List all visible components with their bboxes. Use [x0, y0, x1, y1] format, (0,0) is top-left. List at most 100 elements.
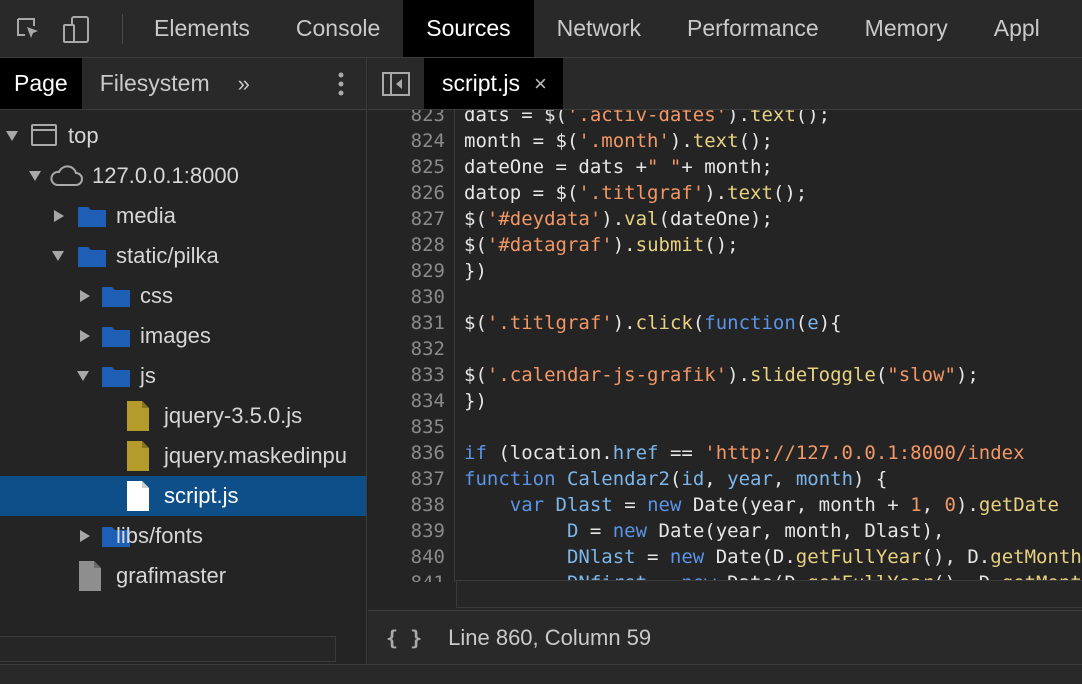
- line-number[interactable]: 823: [411, 110, 445, 126]
- code-line[interactable]: DNlast = new Date(D.getFullYear(), D.get…: [464, 546, 1082, 568]
- line-number[interactable]: 827: [411, 208, 445, 230]
- expanded-arrow-icon[interactable]: [29, 171, 41, 181]
- line-number[interactable]: 836: [411, 442, 445, 464]
- navigator-horizontal-scrollbar[interactable]: [0, 636, 336, 662]
- code-line[interactable]: $('.titlgraf').click(function(e){: [464, 312, 842, 334]
- devtools-toolbar: Elements Console Sources Network Perform…: [0, 0, 1082, 58]
- tree-item-label: css: [140, 283, 173, 308]
- cloud-icon: [48, 163, 84, 195]
- tree-item-label: grafimaster: [116, 563, 227, 588]
- tree-item-label: jquery.maskedinpu: [164, 443, 348, 468]
- collapsed-arrow-icon[interactable]: [80, 530, 90, 542]
- code-line[interactable]: month = $('.month').text();: [464, 130, 773, 152]
- code-line[interactable]: function Calendar2(id, year, month) {: [464, 468, 887, 490]
- line-number[interactable]: 832: [411, 338, 445, 360]
- line-number[interactable]: 829: [411, 260, 445, 282]
- editor-tab-label: script.js: [442, 70, 520, 96]
- code-lines[interactable]: dats = $('.activ-dates').text(); month = …: [464, 110, 1082, 582]
- line-number[interactable]: 841: [411, 572, 445, 582]
- collapsed-arrow-icon[interactable]: [80, 330, 90, 342]
- close-icon[interactable]: ×: [534, 71, 547, 97]
- tree-item-label: js: [140, 363, 156, 388]
- pretty-print-button[interactable]: { }: [386, 626, 422, 650]
- tree-item-grafimaster[interactable]: grafimaster: [0, 556, 366, 596]
- source-editor: script.js × 823 824 825 826 827 828 829 …: [368, 58, 1082, 664]
- code-line[interactable]: if (location.href == 'http://127.0.0.1:8…: [464, 442, 1025, 464]
- code-line[interactable]: }): [464, 260, 487, 282]
- line-number[interactable]: 840: [411, 546, 445, 568]
- tree-item-script-js[interactable]: script.js: [0, 476, 366, 516]
- tree-item-label: top: [68, 123, 99, 148]
- tab-network[interactable]: Network: [534, 0, 664, 57]
- navigator-tabs: Page Filesystem »: [0, 58, 366, 110]
- tab-application[interactable]: Appl: [971, 0, 1040, 57]
- folder-icon: [101, 324, 131, 354]
- code-line[interactable]: dats = $('.activ-dates').text();: [464, 110, 830, 126]
- folder-icon: [101, 284, 131, 314]
- tree-item-label: media: [116, 203, 176, 228]
- tab-memory[interactable]: Memory: [842, 0, 971, 57]
- line-number[interactable]: 837: [411, 468, 445, 490]
- code-line[interactable]: $('.calendar-js-grafik').slideToggle("sl…: [464, 364, 979, 386]
- inspect-icon[interactable]: [4, 0, 52, 58]
- line-number[interactable]: 835: [411, 416, 445, 438]
- line-number[interactable]: 824: [411, 130, 445, 152]
- code-area[interactable]: 823 824 825 826 827 828 829 830 831 832 …: [368, 110, 1082, 582]
- tree-item-host[interactable]: 127.0.0.1:8000: [0, 156, 366, 196]
- device-toggle-icon[interactable]: [52, 0, 100, 58]
- expanded-arrow-icon[interactable]: [6, 131, 18, 141]
- tree-item-css[interactable]: css: [0, 276, 366, 316]
- file-icon: [126, 480, 150, 516]
- line-number[interactable]: 826: [411, 182, 445, 204]
- expanded-arrow-icon[interactable]: [52, 251, 64, 261]
- code-line[interactable]: D = new Date(year, month, Dlast),: [464, 520, 945, 542]
- code-line[interactable]: dateOne = dats +" "+ month;: [464, 156, 773, 178]
- editor-status-bar: { } Line 860, Column 59: [368, 610, 1082, 664]
- file-js-icon: [126, 440, 150, 476]
- editor-tab-script-js[interactable]: script.js ×: [424, 58, 563, 109]
- tree-item-libs-fonts[interactable]: libs/fonts: [0, 516, 366, 556]
- kebab-menu-icon[interactable]: [316, 58, 366, 109]
- expanded-arrow-icon[interactable]: [77, 371, 89, 381]
- line-number[interactable]: 828: [411, 234, 445, 256]
- tab-sources[interactable]: Sources: [403, 0, 534, 57]
- code-line[interactable]: $('#datagraf').submit();: [464, 234, 739, 256]
- tab-performance[interactable]: Performance: [664, 0, 842, 57]
- code-line[interactable]: $('#deydata').val(dateOne);: [464, 208, 773, 230]
- editor-horizontal-scrollbar[interactable]: [456, 580, 1082, 608]
- collapsed-arrow-icon[interactable]: [80, 290, 90, 302]
- tab-filesystem[interactable]: Filesystem: [82, 58, 224, 109]
- tab-console[interactable]: Console: [273, 0, 403, 57]
- line-number[interactable]: 831: [411, 312, 445, 334]
- line-number[interactable]: 833: [411, 364, 445, 386]
- tree-item-media[interactable]: media: [0, 196, 366, 236]
- tree-item-jquery[interactable]: jquery-3.5.0.js: [0, 396, 366, 436]
- collapsed-arrow-icon[interactable]: [54, 210, 64, 222]
- tree-item-label: static/pilka: [116, 243, 219, 268]
- file-js-icon: [126, 400, 150, 436]
- drawer-tab-strip: [0, 664, 1082, 684]
- line-number[interactable]: 834: [411, 390, 445, 412]
- toolbar-divider: [122, 13, 123, 44]
- tab-elements[interactable]: Elements: [131, 0, 273, 57]
- code-line[interactable]: var Dlast = new Date(year, month + 1, 0)…: [464, 494, 1059, 516]
- navigator-toggle-icon[interactable]: [368, 58, 424, 109]
- file-icon: [78, 560, 102, 596]
- line-number[interactable]: 830: [411, 286, 445, 308]
- tree-item-jquery-maskedinput[interactable]: jquery.maskedinpu: [0, 436, 366, 476]
- folder-icon: [77, 204, 107, 234]
- tab-page[interactable]: Page: [0, 58, 82, 109]
- tree-item-static-pilka[interactable]: static/pilka: [0, 236, 366, 276]
- tree-item-images[interactable]: images: [0, 316, 366, 356]
- tree-item-top[interactable]: top: [0, 116, 366, 156]
- line-number[interactable]: 825: [411, 156, 445, 178]
- editor-tabs: script.js ×: [368, 58, 1082, 110]
- code-line[interactable]: }): [464, 390, 487, 412]
- navigator-panel: Page Filesystem » top 127.0.0.1:8000 med…: [0, 58, 367, 684]
- tree-item-js[interactable]: js: [0, 356, 366, 396]
- code-line[interactable]: datop = $('.titlgraf').text();: [464, 182, 807, 204]
- line-number[interactable]: 838: [411, 494, 445, 516]
- cursor-position: Line 860, Column 59: [448, 624, 652, 650]
- line-number[interactable]: 839: [411, 520, 445, 542]
- more-tabs-button[interactable]: »: [224, 58, 264, 109]
